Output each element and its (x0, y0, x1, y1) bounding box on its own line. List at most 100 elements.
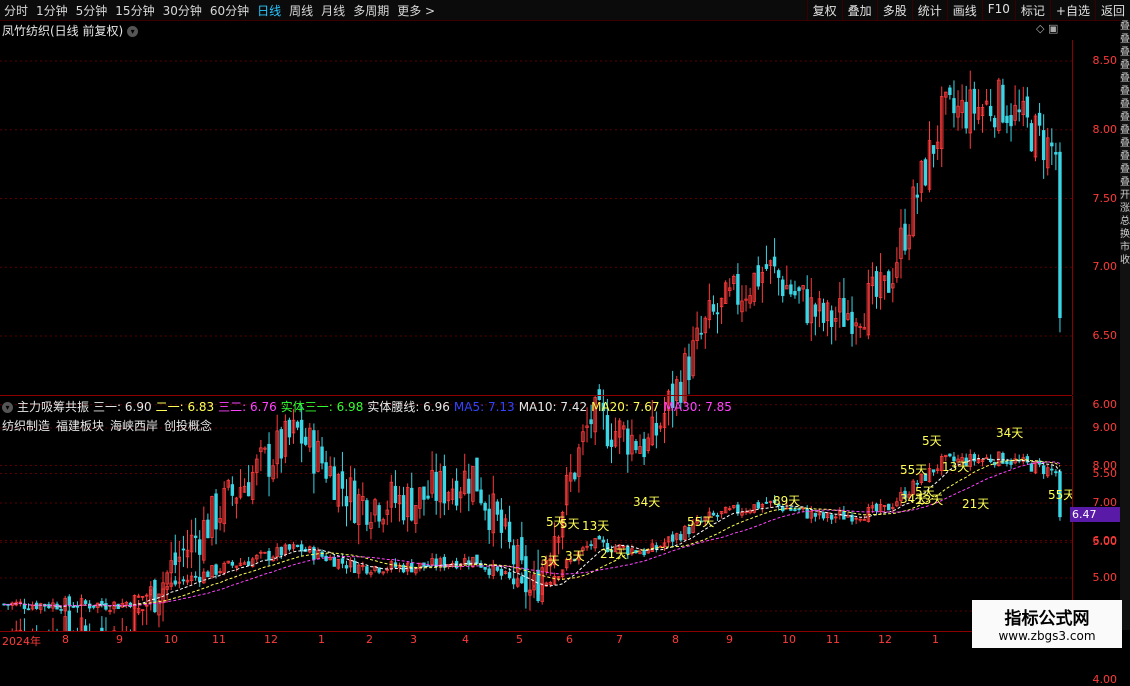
candle-body (288, 420, 291, 437)
indicator-candle-body (345, 566, 348, 569)
candle-body (806, 290, 809, 323)
indicator-candle-body (288, 545, 291, 550)
candle-body (851, 312, 854, 333)
candle-body (822, 303, 825, 322)
candle-body (737, 274, 740, 304)
indicator-candle-body (366, 567, 369, 573)
indicator-candle-body (280, 547, 283, 555)
candle-body (924, 160, 927, 185)
candle-body (435, 472, 438, 500)
candle-body (627, 429, 630, 454)
watermark-title: 指标公式网 (972, 604, 1122, 629)
indicator-candle-body (1006, 462, 1009, 464)
indicator-candle-body (1042, 466, 1045, 474)
candle-body (521, 537, 524, 559)
right-strip-label: 叠 (1120, 150, 1130, 163)
indicator-value-0: 三一: 6.90 (93, 400, 152, 414)
candle-body (1055, 152, 1058, 154)
right-strip-label: 收 (1120, 254, 1130, 267)
day-count-label: 55天 (900, 463, 927, 477)
right-strip-label: 叠 (1120, 111, 1130, 124)
concept-tag[interactable]: 海峡西岸 (110, 419, 158, 433)
time-axis-label: 1 (932, 633, 939, 646)
candle-body (635, 441, 638, 449)
indicator-value-8: MA30: 7.85 (664, 400, 732, 414)
indicator-candle-body (72, 606, 75, 607)
toolbar-button-8[interactable]: 返回 (1095, 0, 1130, 20)
day-count-label: 55天 (687, 515, 714, 529)
indicator-candle-body (537, 586, 540, 594)
concept-tag[interactable]: 福建板块 (56, 419, 104, 433)
candle-body (610, 440, 613, 447)
price-axis-label: 4.00 (1093, 673, 1118, 686)
indicator-candle-body (215, 565, 218, 575)
candle-body (843, 298, 846, 326)
indicator-axis-label: 8.00 (1093, 459, 1118, 472)
candle-body (194, 536, 197, 538)
candle-body (1002, 85, 1005, 122)
indicator-values: 三一: 6.90二一: 6.83三二: 6.76实体三一: 6.98实体腰线: … (93, 400, 736, 414)
indicator-candle-body (496, 567, 499, 570)
indicator-candle-body (525, 582, 528, 592)
candle-body (757, 266, 760, 287)
candle-body (765, 265, 768, 269)
candle-body (904, 224, 907, 250)
right-strip-label: 叠 (1120, 33, 1130, 46)
indicator-candle-body (794, 510, 797, 511)
indicator-candle-body (247, 562, 250, 566)
candle-body (993, 118, 996, 127)
right-strip-label: 叠 (1120, 85, 1130, 98)
time-axis-label: 7 (616, 633, 623, 646)
day-count-label: 3天 (565, 549, 585, 563)
candle-body (1018, 110, 1021, 112)
chevron-down-icon[interactable]: ▾ (2, 402, 13, 413)
indicator-candle-body (174, 581, 177, 584)
candle-body (973, 89, 976, 113)
time-axis-label: 4 (462, 633, 469, 646)
candle-body (790, 285, 793, 294)
concept-tags: 纺织制造福建板块海峡西岸创投概念 (2, 417, 218, 434)
indicator-candle-body (590, 545, 593, 546)
candle-body (268, 444, 271, 476)
indicator-value-1: 二一: 6.83 (156, 400, 215, 414)
indicator-candle-body (341, 559, 344, 564)
right-strip-label: 叠 (1120, 124, 1130, 137)
indicator-candle-body (602, 540, 605, 542)
main-price-axis: 8.508.007.507.006.506.005.505.004.504.00 (1072, 40, 1121, 395)
candle-body (1038, 113, 1041, 125)
indicator-header: ▾主力吸筹共振三一: 6.90二一: 6.83三二: 6.76实体三一: 6.9… (2, 398, 740, 415)
candle-body (1059, 152, 1062, 317)
candle-body (916, 195, 919, 197)
day-count-label: 34天 (900, 492, 927, 506)
indicator-candle-body (822, 513, 825, 518)
concept-tag[interactable]: 纺织制造 (2, 419, 50, 433)
indicator-candle-body (875, 504, 878, 511)
candle-body (341, 472, 344, 489)
indicator-candle-body (378, 568, 381, 572)
candle-body (455, 481, 458, 505)
candle-body (965, 102, 968, 128)
time-axis-label: 11 (212, 633, 226, 646)
candle-body (1010, 115, 1013, 125)
chart-canvas[interactable]: 34天5天13天55天21天5天5天13天34天55天89天21天55天5天13… (0, 0, 1072, 631)
candle-body (207, 520, 210, 538)
price-axis-label: 6.50 (1093, 329, 1118, 342)
candle-body (366, 501, 369, 525)
indicator-candle-body (353, 561, 356, 572)
indicator-candle-body (488, 569, 491, 575)
candle-body (476, 458, 479, 491)
candle-body (773, 257, 776, 266)
indicator-candle-body (1010, 462, 1013, 465)
indicator-candle-body (949, 454, 952, 456)
time-axis-label: 9 (116, 633, 123, 646)
time-axis-label: 11 (826, 633, 840, 646)
indicator-candle-body (182, 580, 185, 581)
indicator-candle-body (268, 551, 271, 560)
indicator-value-7: MA20: 7.67 (591, 400, 659, 414)
indicator-name[interactable]: 主力吸筹共振 (17, 400, 89, 414)
day-count-label: 5天 (922, 434, 942, 448)
candle-body (402, 496, 405, 520)
indicator-candle-body (798, 509, 801, 510)
candle-body (353, 481, 356, 523)
concept-tag[interactable]: 创投概念 (164, 419, 212, 433)
